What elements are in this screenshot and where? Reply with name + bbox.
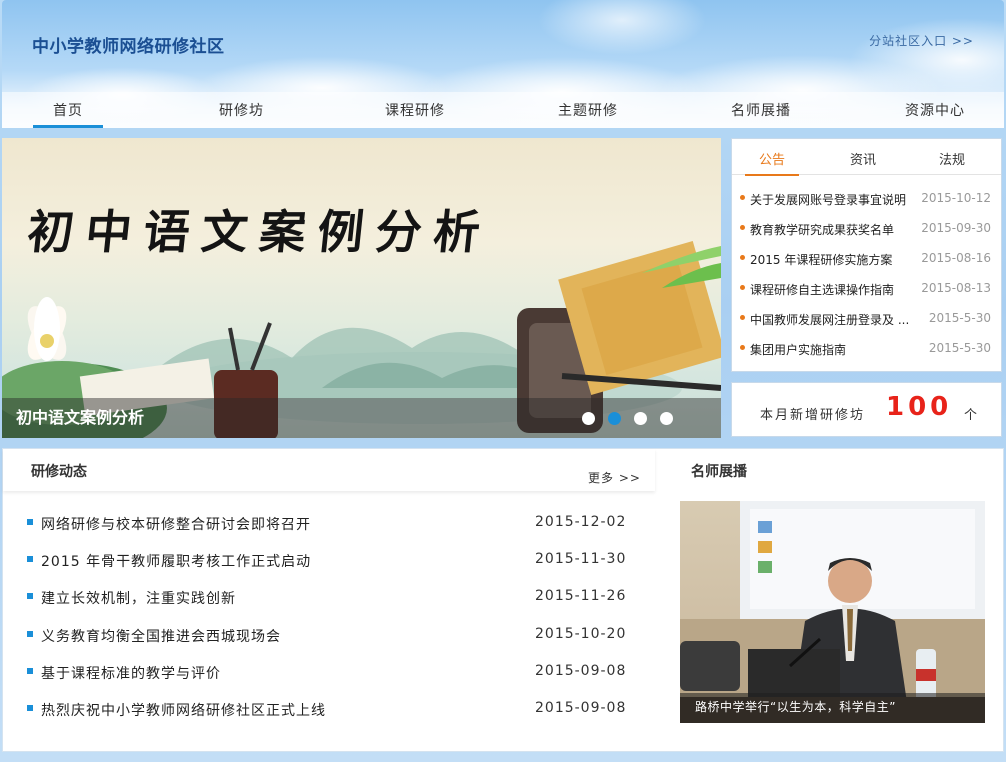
news-title[interactable]: 2015 年骨干教师履职考核工作正式启动 [41,551,311,571]
nav-resource-center[interactable]: 资源中心 [905,100,965,120]
site-title[interactable]: 中小学教师网络研修社区 [32,32,225,57]
news-title[interactable]: 建立长效机制，注重实践创新 [41,588,236,608]
nav-home[interactable]: 首页 [33,100,103,128]
notice-date: 2015-08-13 [921,281,991,295]
news-date: 2015-10-20 [535,626,627,642]
bullet-icon [27,519,33,525]
list-item[interactable]: 教育教学研究成果获奖名单 2015-09-30 [732,219,1001,239]
news-section-title: 研修动态 [31,464,87,480]
bullet-icon [27,593,33,599]
notice-date: 2015-5-30 [928,311,991,325]
banner-caption[interactable]: 初中语文案例分析 [16,404,144,428]
notice-title[interactable]: 中国教师发展网注册登录及 ... [750,311,912,328]
carousel-indicators [582,412,673,425]
news-title[interactable]: 网络研修与校本研修整合研讨会即将召开 [41,514,311,534]
more-link[interactable]: 更多 >> [588,469,641,486]
list-item[interactable]: 集团用户实施指南 2015-5-30 [732,339,1001,359]
bullet-icon [740,345,745,350]
bullet-icon [740,315,745,320]
news-title[interactable]: 热烈庆祝中小学教师网络研修社区正式上线 [41,700,326,720]
notice-title[interactable]: 课程研修自主选课操作指南 [750,281,912,298]
news-date: 2015-12-02 [535,514,627,530]
news-title[interactable]: 基于课程标准的教学与评价 [41,663,221,683]
carousel-dot-2[interactable] [608,412,621,425]
bullet-icon [740,225,745,230]
banner-carousel[interactable]: 初中语文案例分析 初中语文案例分析 [2,138,721,438]
nav-course-study[interactable]: 课程研修 [385,100,445,120]
news-title[interactable]: 义务教育均衡全国推进会西城现场会 [41,626,281,646]
substation-entry-link[interactable]: 分站社区入口 >> [869,32,974,49]
news-date: 2015-11-26 [535,588,627,604]
list-item[interactable]: 中国教师发展网注册登录及 ... 2015-5-30 [732,309,1001,329]
table-row[interactable]: 网络研修与校本研修整合研讨会即将召开 2015-12-02 [3,511,655,533]
banner-calligraphy-title: 初中语文案例分析 [24,205,495,259]
bullet-icon [740,255,745,260]
table-row[interactable]: 基于课程标准的教学与评价 2015-09-08 [3,660,655,682]
notice-date: 2015-08-16 [921,251,991,265]
news-header: 研修动态 更多 >> [3,449,655,491]
list-item[interactable]: 课程研修自主选课操作指南 2015-08-13 [732,279,1001,299]
carousel-dot-3[interactable] [634,412,647,425]
bullet-icon [27,668,33,674]
nav-topic-study[interactable]: 主题研修 [558,100,618,120]
notice-panel: 公告 资讯 法规 关于发展网账号登录事宜说明 2015-10-12 教育教学研究… [731,138,1002,372]
teacher-video-thumbnail[interactable]: 路桥中学举行“以生为本，科学自主” [680,501,985,723]
monthly-stats-box: 本月新增研修坊 100 个 [731,382,1002,437]
table-row[interactable]: 热烈庆祝中小学教师网络研修社区正式上线 2015-09-08 [3,697,655,719]
bullet-icon [27,556,33,562]
news-date: 2015-09-08 [535,700,627,716]
table-row[interactable]: 义务教育均衡全国推进会西城现场会 2015-10-20 [3,623,655,645]
carousel-dot-1[interactable] [582,412,595,425]
nav-famous-teachers[interactable]: 名师展播 [731,100,791,120]
teacher-section-title: 名师展播 [691,464,747,480]
notice-date: 2015-5-30 [928,341,991,355]
bullet-icon [27,631,33,637]
tab-regulations[interactable]: 法规 [939,149,965,168]
notice-title[interactable]: 关于发展网账号登录事宜说明 [750,191,912,208]
carousel-dot-4[interactable] [660,412,673,425]
bullet-icon [27,705,33,711]
lecture-photo-illustration [680,501,985,723]
teacher-caption[interactable]: 路桥中学举行“以生为本，科学自主” [695,698,896,715]
banner-scenery-illustration [2,241,721,438]
list-item[interactable]: 2015 年课程研修实施方案 2015-08-16 [732,249,1001,269]
notice-title[interactable]: 教育教学研究成果获奖名单 [750,221,912,238]
site-header: 中小学教师网络研修社区 分站社区入口 >> 首页 研修坊 课程研修 主题研修 名… [2,0,1004,128]
bullet-icon [740,195,745,200]
stats-label: 本月新增研修坊 [760,408,866,423]
notice-title[interactable]: 2015 年课程研修实施方案 [750,251,912,268]
news-date: 2015-11-30 [535,551,627,567]
notice-tabs: 公告 资讯 法规 [732,139,1001,176]
notice-date: 2015-10-12 [921,191,991,205]
nav-workshop[interactable]: 研修坊 [219,100,264,120]
notice-date: 2015-09-30 [921,221,991,235]
stats-unit: 个 [964,408,978,423]
news-date: 2015-09-08 [535,663,627,679]
tab-announcements[interactable]: 公告 [744,149,800,176]
list-item[interactable]: 关于发展网账号登录事宜说明 2015-10-12 [732,189,1001,209]
tab-news[interactable]: 资讯 [850,149,876,168]
main-nav: 首页 研修坊 课程研修 主题研修 名师展播 资源中心 [2,92,1004,128]
notice-title[interactable]: 集团用户实施指南 [750,341,912,358]
stats-value: 100 [886,392,953,422]
table-row[interactable]: 2015 年骨干教师履职考核工作正式启动 2015-11-30 [3,548,655,570]
table-row[interactable]: 建立长效机制，注重实践创新 2015-11-26 [3,585,655,607]
bullet-icon [740,285,745,290]
bottom-section: 研修动态 更多 >> 网络研修与校本研修整合研讨会即将召开 2015-12-02… [2,448,1004,752]
